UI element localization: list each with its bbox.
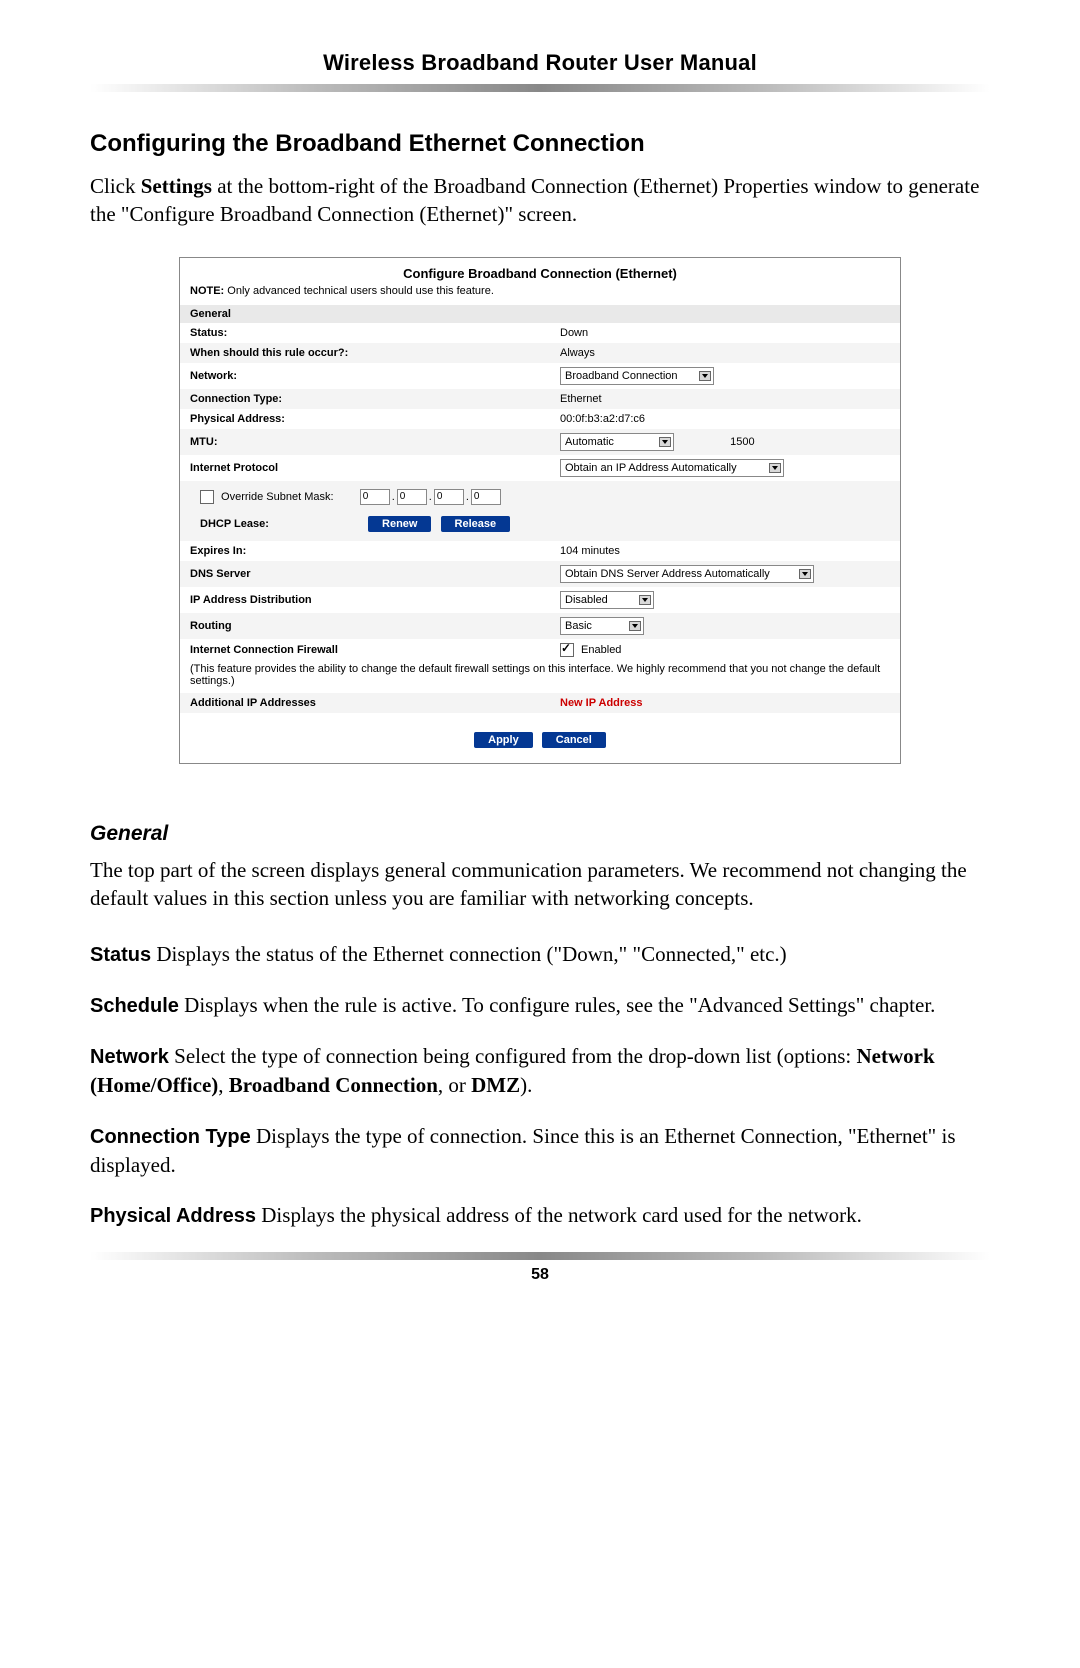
net-opt3: DMZ — [471, 1073, 520, 1097]
physaddr-label: Physical Address: — [180, 409, 550, 429]
def-schedule-label: Schedule — [90, 995, 179, 1017]
rule-label: When should this rule occur?: — [180, 343, 550, 363]
ipproto-select[interactable]: Obtain an IP Address Automatically — [560, 459, 784, 477]
expires-label: Expires In: — [180, 541, 550, 561]
panel-note: NOTE: Only advanced technical users shou… — [180, 285, 900, 305]
status-label: Status: — [180, 323, 550, 343]
subnet-oct4[interactable]: 0 — [471, 489, 501, 505]
dns-select[interactable]: Obtain DNS Server Address Automatically — [560, 565, 814, 583]
section-heading: Configuring the Broadband Ethernet Conne… — [90, 130, 990, 158]
dns-label: DNS Server — [180, 561, 550, 587]
general-intro: The top part of the screen displays gene… — [90, 856, 990, 913]
firewall-checkbox[interactable] — [560, 643, 574, 657]
def-physaddr-label: Physical Address — [90, 1205, 256, 1227]
text: Click — [90, 174, 141, 198]
firewall-label: Internet Connection Firewall — [180, 639, 550, 661]
net-opt2: Broadband Connection — [229, 1073, 438, 1097]
def-status-label: Status — [90, 944, 151, 966]
panel-footer-buttons: Apply Cancel — [180, 713, 900, 763]
routing-select[interactable]: Basic — [560, 617, 644, 635]
def-network-label: Network — [90, 1046, 169, 1068]
expires-value: 104 minutes — [550, 541, 900, 561]
def-conntype: Connection Type Displays the type of con… — [90, 1122, 990, 1179]
override-label: Override Subnet Mask: — [218, 491, 334, 503]
general-header: General — [180, 305, 900, 323]
panel-title: Configure Broadband Connection (Ethernet… — [180, 258, 900, 285]
def-network: Network Select the type of connection be… — [90, 1042, 990, 1099]
dhcp-lease-label: DHCP Lease: — [200, 518, 269, 530]
routing-label: Routing — [180, 613, 550, 639]
text: Select the type of connection being conf… — [169, 1044, 857, 1068]
new-ip-link[interactable]: New IP Address — [560, 697, 643, 709]
config-panel: Configure Broadband Connection (Ethernet… — [179, 257, 901, 764]
conntype-label: Connection Type: — [180, 389, 550, 409]
section-intro: Click Settings at the bottom-right of th… — [90, 172, 990, 229]
addl-ip-label: Additional IP Addresses — [180, 693, 550, 713]
mtu-label: MTU: — [180, 429, 550, 455]
mtu-value: 1500 — [730, 436, 754, 448]
status-value: Down — [550, 323, 900, 343]
def-status: Status Displays the status of the Ethern… — [90, 940, 990, 969]
override-checkbox[interactable] — [200, 490, 214, 504]
physaddr-value: 00:0f:b3:a2:d7:c6 — [550, 409, 900, 429]
firewall-enabled-label: Enabled — [578, 644, 621, 656]
subnet-oct3[interactable]: 0 — [434, 489, 464, 505]
page-number: 58 — [90, 1266, 990, 1284]
header-divider — [90, 84, 990, 92]
cancel-button[interactable]: Cancel — [542, 732, 606, 748]
override-row: Override Subnet Mask: 0.0.0.0 — [200, 489, 890, 505]
renew-button[interactable]: Renew — [368, 516, 431, 532]
ipdist-label: IP Address Distribution — [180, 587, 550, 613]
dhcp-lease-row: DHCP Lease: Renew Release — [200, 515, 890, 533]
def-conntype-label: Connection Type — [90, 1126, 251, 1148]
def-status-text: Displays the status of the Ethernet conn… — [151, 942, 787, 966]
def-schedule-text: Displays when the rule is active. To con… — [179, 993, 936, 1017]
ipdist-select[interactable]: Disabled — [560, 591, 654, 609]
def-schedule: Schedule Displays when the rule is activ… — [90, 991, 990, 1020]
text: , — [218, 1073, 229, 1097]
def-physaddr-text: Displays the physical address of the net… — [256, 1203, 862, 1227]
network-label: Network: — [180, 363, 550, 389]
subnet-oct1[interactable]: 0 — [360, 489, 390, 505]
text: ). — [520, 1073, 532, 1097]
note-label: NOTE: — [190, 285, 224, 297]
apply-button[interactable]: Apply — [474, 732, 533, 748]
config-table: General Status: Down When should this ru… — [180, 305, 900, 713]
subnet-oct2[interactable]: 0 — [397, 489, 427, 505]
footer-divider — [90, 1252, 990, 1260]
page-header-title: Wireless Broadband Router User Manual — [90, 50, 990, 76]
mtu-select[interactable]: Automatic — [560, 433, 674, 451]
release-button[interactable]: Release — [441, 516, 511, 532]
conntype-value: Ethernet — [550, 389, 900, 409]
text-bold: Settings — [141, 174, 212, 198]
text: , or — [438, 1073, 471, 1097]
text: at the bottom-right of the Broadband Con… — [90, 174, 979, 226]
ipproto-label: Internet Protocol — [180, 455, 550, 481]
rule-value: Always — [550, 343, 900, 363]
network-select[interactable]: Broadband Connection — [560, 367, 714, 385]
firewall-note: (This feature provides the ability to ch… — [180, 661, 900, 693]
general-subheading: General — [90, 822, 990, 846]
note-text: Only advanced technical users should use… — [224, 285, 494, 297]
def-physaddr: Physical Address Displays the physical a… — [90, 1201, 990, 1230]
